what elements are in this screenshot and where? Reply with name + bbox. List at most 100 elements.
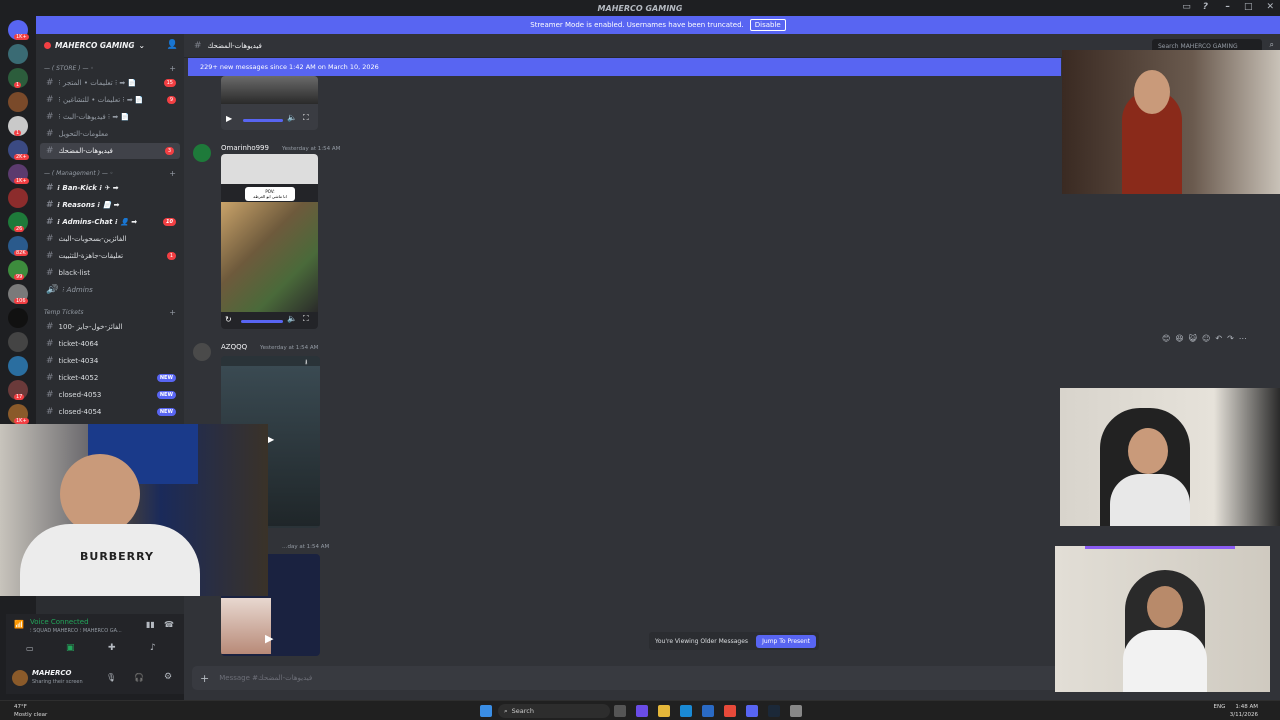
channel-item[interactable]: # ticket-4034 xyxy=(36,353,182,369)
channel-item[interactable]: # ticket-4052 NEW xyxy=(36,370,182,386)
server-icon[interactable] xyxy=(8,332,28,352)
start-icon[interactable] xyxy=(480,705,492,717)
video-progress[interactable] xyxy=(241,320,283,323)
add-channel-icon[interactable]: + xyxy=(169,64,176,73)
noise-suppression-icon[interactable]: ▮▮ xyxy=(146,620,155,629)
avatar[interactable] xyxy=(193,144,211,162)
soundboard-icon[interactable]: ♪ xyxy=(150,643,156,653)
channel-item[interactable]: # ⁝ تعليمات • للتشاغين ⁝ ➡ 📄 9 xyxy=(36,92,182,108)
screen-share-icon[interactable]: ▣ xyxy=(66,643,75,653)
channel-item[interactable]: # الفائزين-بسحوبات-البث xyxy=(36,231,182,247)
video-attachment[interactable]: ▶ 🔈 ⛶ xyxy=(221,76,318,130)
server-icon[interactable] xyxy=(8,308,28,328)
search-icon[interactable]: ⌕ xyxy=(1270,40,1274,50)
channel-item[interactable]: # ⁝ تعليمات • المتجر ⁝ ➡ 📄 15 xyxy=(36,75,182,91)
edge-icon[interactable] xyxy=(680,705,692,717)
steam-icon[interactable] xyxy=(768,705,780,717)
forward-icon[interactable]: ↷ xyxy=(1227,334,1234,343)
unread-badge: 10 xyxy=(163,218,176,226)
channel-item[interactable]: #100- الفائز-خول-جايز xyxy=(36,319,182,335)
video-attachment[interactable]: POV: انا ماشي ابو العرطه ↻ 🔈 ⛶ xyxy=(221,154,318,329)
weather-widget[interactable]: 47°F Mostly clear xyxy=(14,703,47,719)
video-progress[interactable] xyxy=(243,119,283,122)
disable-streamer-mode-button[interactable]: Disable xyxy=(749,19,786,31)
discord-icon[interactable] xyxy=(746,705,758,717)
disconnect-icon[interactable]: ☎ xyxy=(164,620,174,629)
server-icon[interactable] xyxy=(8,188,28,208)
jump-to-present-button[interactable]: Jump To Present xyxy=(756,634,816,648)
category-temp-tickets[interactable]: Temp Tickets xyxy=(44,309,83,316)
server-name-header[interactable]: MAHERCO GAMING ⌄ xyxy=(44,41,145,50)
volume-icon[interactable]: 🔈 xyxy=(287,314,297,323)
search-icon: ⌕ xyxy=(504,706,508,715)
channel-item[interactable]: # ⁝ Ban-Kick ⁝ ✈ ➡ xyxy=(36,180,182,196)
store-icon[interactable] xyxy=(702,705,714,717)
minimize-icon[interactable]: – xyxy=(1225,2,1230,12)
fullscreen-icon[interactable]: ⛶ xyxy=(303,314,309,324)
avatar[interactable] xyxy=(193,343,211,361)
add-reaction-icon[interactable]: ☺ xyxy=(1202,334,1210,343)
avatar[interactable] xyxy=(12,670,28,686)
chrome-icon[interactable] xyxy=(724,705,736,717)
reaction-emoji-icon[interactable]: 😺 xyxy=(1189,334,1197,343)
gear-icon[interactable]: ⚙ xyxy=(164,672,172,682)
activities-icon[interactable]: ✚ xyxy=(108,643,116,653)
reaction-emoji-icon[interactable]: 😆 xyxy=(1175,334,1183,343)
channel-item[interactable]: # ⁝ Admins-Chat ⁝ 👤 ➡ 10 xyxy=(36,214,182,230)
headphones-icon[interactable]: 🎧 xyxy=(134,673,144,682)
new-badge: NEW xyxy=(156,408,176,416)
close-icon[interactable]: ✕ xyxy=(1266,2,1274,12)
weather-desc: Mostly clear xyxy=(14,712,48,718)
maximize-icon[interactable]: □ xyxy=(1244,2,1253,12)
microphone-icon[interactable]: 🎙 xyxy=(106,673,116,682)
new-messages-bar[interactable]: 229+ new messages since 1:42 AM on March… xyxy=(188,58,1061,76)
channel-item[interactable]: # black-list xyxy=(36,265,182,281)
channel-item[interactable]: # closed-4054 NEW xyxy=(36,404,182,420)
hash-icon: # xyxy=(46,129,54,139)
server-icon[interactable] xyxy=(8,356,28,376)
server-icon[interactable] xyxy=(8,92,28,112)
person-head xyxy=(1134,70,1170,114)
play-icon[interactable]: ▶ xyxy=(265,632,273,645)
copilot-icon[interactable] xyxy=(636,705,648,717)
hash-icon: # xyxy=(46,390,54,400)
add-member-icon[interactable]: 👤 xyxy=(167,40,178,50)
more-icon[interactable]: ⋯ xyxy=(1239,334,1247,343)
play-icon[interactable]: ▶ xyxy=(226,114,232,123)
channel-item[interactable]: # ticket-4064 xyxy=(36,336,182,352)
reply-icon[interactable]: ↶ xyxy=(1215,334,1222,343)
settings-icon[interactable] xyxy=(790,705,802,717)
download-icon[interactable]: ⭳ xyxy=(305,358,307,369)
hash-icon: # xyxy=(46,183,53,193)
person-silhouette xyxy=(1110,474,1190,526)
channel-item[interactable]: # ⁝ فيديوهات-البث ⁝ ➡ 📄 xyxy=(36,109,182,125)
add-channel-icon[interactable]: + xyxy=(169,308,176,317)
add-attachment-icon[interactable]: + xyxy=(200,672,209,685)
category-store[interactable]: — ( STORE ) — ◦ xyxy=(44,65,94,72)
message-composer[interactable]: + Message #فيديوهات-المضحك xyxy=(192,666,1060,690)
add-channel-icon[interactable]: + xyxy=(169,169,176,178)
server-icon[interactable] xyxy=(8,44,28,64)
channel-item-selected[interactable]: # فيديوهات-المضحك 3 xyxy=(40,143,180,159)
system-tray[interactable]: ENG 1:48 AM 3/11/2026 xyxy=(1214,703,1258,719)
replay-icon[interactable]: ↻ xyxy=(225,315,232,324)
message-author[interactable]: AZQQQ xyxy=(221,343,247,351)
fullscreen-icon[interactable]: ⛶ xyxy=(303,113,309,123)
help-icon[interactable]: ? xyxy=(1203,2,1208,12)
camera-icon[interactable]: ▭ xyxy=(26,644,34,653)
category-management[interactable]: — ( Management ) — ◦ xyxy=(44,170,113,177)
message-author[interactable]: Omarinho999 xyxy=(221,144,269,152)
channel-item[interactable]: # تعليقات-جاهزة-للتثبيت 1 xyxy=(36,248,182,264)
file-explorer-icon[interactable] xyxy=(658,705,670,717)
channel-item[interactable]: # ⁝ Reasons ⁝ 📄 ➡ xyxy=(36,197,182,213)
taskbar-search[interactable]: ⌕ Search xyxy=(498,704,610,718)
voice-channel-name[interactable]: ⁝ SQUAD MAHERCO ⁝ MAHERCO GA... xyxy=(30,628,140,634)
channel-item[interactable]: # closed-4053 NEW xyxy=(36,387,182,403)
voice-channel-item[interactable]: 🔊 ⁝ Admins xyxy=(36,282,182,298)
reaction-emoji-icon[interactable]: 😊 xyxy=(1162,334,1170,343)
volume-icon[interactable]: 🔈 xyxy=(287,113,297,122)
task-view-icon[interactable] xyxy=(614,705,626,717)
inbox-icon[interactable]: ▭ xyxy=(1182,2,1191,12)
channel-item[interactable]: # معلومات-التحويل xyxy=(36,126,182,142)
signal-icon[interactable]: 📶 xyxy=(14,620,24,629)
